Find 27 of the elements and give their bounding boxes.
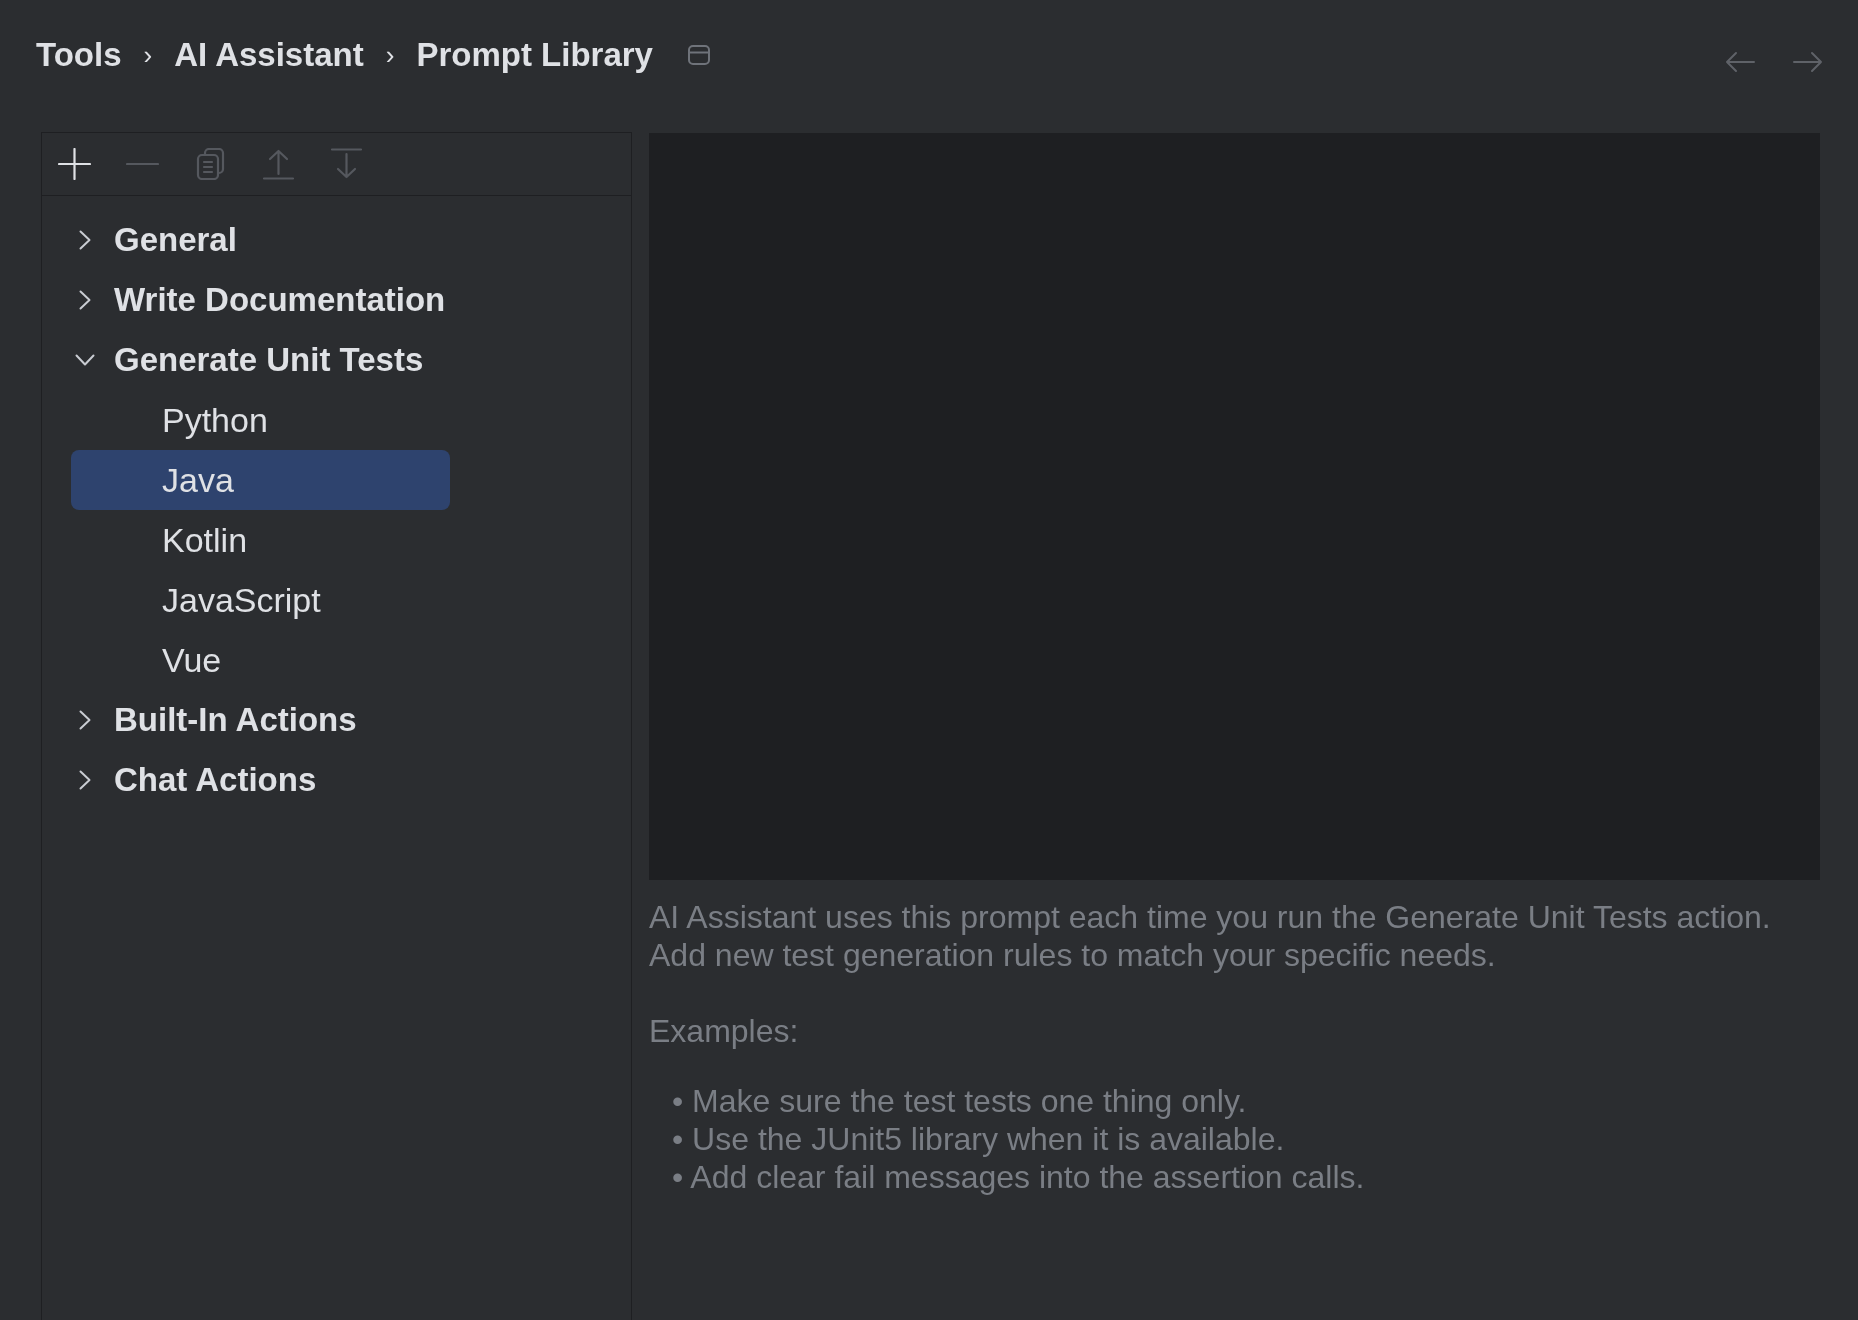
- breadcrumb-separator: ›: [385, 42, 395, 68]
- tree-group-item[interactable]: Generate Unit Tests: [71, 330, 450, 390]
- tree-item[interactable]: JavaScript: [71, 570, 450, 630]
- tree-item[interactable]: Java: [71, 450, 450, 510]
- chevron-right-icon[interactable]: [79, 290, 91, 310]
- example-item: • Make sure the test tests one thing only.: [672, 1082, 1248, 1120]
- tree-group-item[interactable]: Write Documentation: [71, 270, 450, 330]
- window-icon[interactable]: [687, 45, 710, 65]
- description-text: AI Assistant uses this prompt each time you run the Generate Unit Tests action. Add new test generation rules to match your specific needs.: [649, 898, 1772, 974]
- chevron-right-icon[interactable]: [79, 770, 91, 790]
- example-item: • Add clear fail messages into the assertion calls.: [672, 1158, 1366, 1196]
- example-item: • Use the JUnit5 library when it is available.: [672, 1120, 1286, 1158]
- breadcrumb-separator: ›: [143, 42, 153, 68]
- breadcrumb-item[interactable]: Tools: [36, 36, 122, 74]
- chevron-right-icon[interactable]: [79, 710, 91, 730]
- tree-item[interactable]: Kotlin: [71, 510, 450, 570]
- tree-group-item[interactable]: Built-In Actions: [71, 690, 450, 750]
- chevron-right-icon[interactable]: [79, 230, 91, 250]
- plus-icon[interactable]: [58, 148, 91, 180]
- breadcrumb-item[interactable]: Prompt Library: [416, 36, 653, 74]
- tree-item[interactable]: Vue: [71, 630, 450, 690]
- tree-group-item[interactable]: General: [71, 210, 450, 270]
- tree-group-item[interactable]: Chat Actions: [71, 750, 450, 810]
- chevron-down-icon[interactable]: [75, 354, 95, 366]
- tree-item[interactable]: Python: [71, 390, 450, 450]
- examples-heading: Examples:: [649, 1012, 800, 1050]
- breadcrumb-item[interactable]: AI Assistant: [174, 36, 364, 74]
